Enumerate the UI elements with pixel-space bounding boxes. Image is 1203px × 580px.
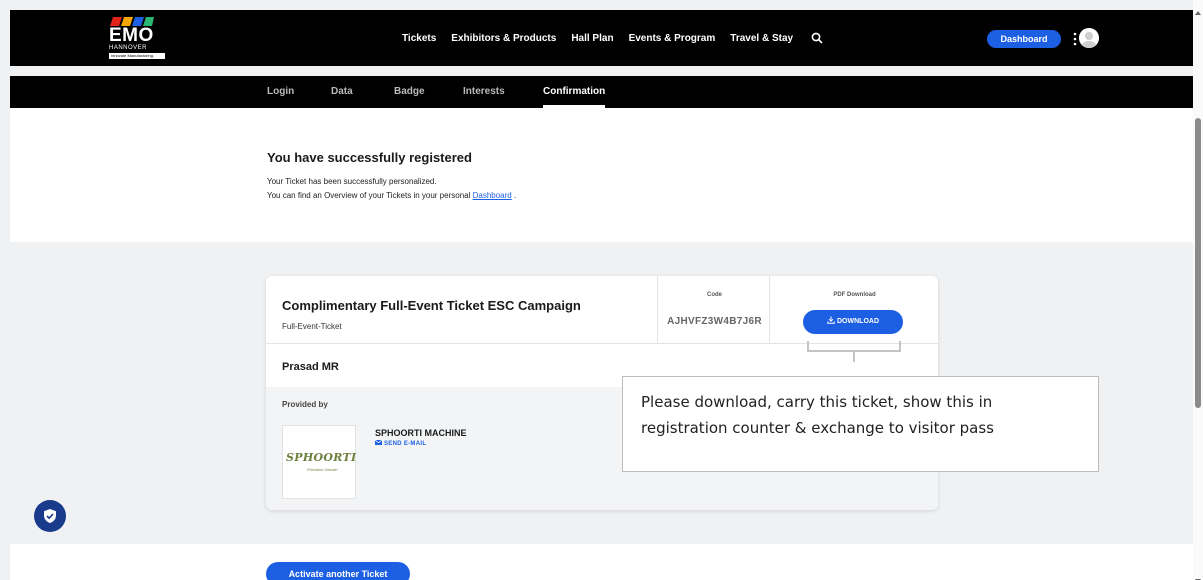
send-email-label: SEND E-MAIL: [384, 441, 427, 447]
dashboard-link[interactable]: Dashboard: [473, 191, 512, 200]
mail-icon: [374, 439, 383, 445]
ticket-holder-name: Prasad MR: [282, 361, 339, 373]
search-icon[interactable]: [811, 31, 825, 45]
step-interests[interactable]: Interests: [463, 76, 505, 108]
nav-item-tickets[interactable]: Tickets: [402, 33, 436, 44]
download-button[interactable]: DOWNLOAD: [803, 310, 903, 334]
step-badge[interactable]: Badge: [394, 76, 425, 108]
privacy-settings-button[interactable]: [34, 500, 66, 532]
ticket-type: Full-Event-Ticket: [282, 322, 342, 331]
dashboard-button[interactable]: Dashboard: [987, 30, 1061, 48]
nav-item-hall-plan[interactable]: Hall Plan: [571, 33, 613, 44]
step-confirmation[interactable]: Confirmation: [543, 76, 606, 108]
callout-text: Please download, carry this ticket, show…: [641, 393, 994, 437]
download-label: DOWNLOAD: [837, 318, 879, 325]
scroll-down-icon[interactable]: [1195, 571, 1201, 580]
page-scrollbar[interactable]: [1193, 0, 1203, 580]
step-data[interactable]: Data: [331, 76, 353, 108]
shield-check-icon: [44, 509, 56, 523]
user-avatar[interactable]: [1079, 28, 1099, 48]
provider-logo-subtitle: Precision Growth: [307, 467, 338, 472]
logo-tagline: Innovate Manufacturing.: [109, 53, 165, 59]
step-login[interactable]: Login: [267, 76, 294, 108]
scroll-up-icon[interactable]: [1195, 3, 1201, 15]
nav-item-events[interactable]: Events & Program: [629, 33, 716, 44]
dashboard-hint: You can find an Overview of your Tickets…: [267, 191, 516, 200]
activate-ticket-button[interactable]: Activate another Ticket: [266, 562, 410, 580]
annotation-bracket: [806, 340, 902, 362]
send-email-link[interactable]: SEND E-MAIL: [374, 439, 427, 447]
emo-logo[interactable]: EMO HANNOVER Innovate Manufacturing.: [109, 16, 167, 60]
top-navigation: EMO HANNOVER Innovate Manufacturing. Tic…: [10, 10, 1193, 66]
scrollbar-thumb[interactable]: [1195, 118, 1201, 408]
ticket-code: AJHVFZ3W4B7J6R: [667, 316, 762, 327]
registration-steps: Login Data Badge Interests Confirmation: [10, 76, 1193, 108]
nav-item-exhibitors[interactable]: Exhibitors & Products: [451, 33, 556, 44]
instruction-callout: Please download, carry this ticket, show…: [622, 376, 1099, 472]
provided-by-label: Provided by: [282, 400, 328, 409]
ticket-title: Complimentary Full-Event Ticket ESC Camp…: [282, 298, 581, 313]
code-label: Code: [707, 292, 722, 298]
success-message: Your Ticket has been successfully person…: [267, 177, 437, 186]
main-nav: Tickets Exhibitors & Products Hall Plan …: [402, 10, 825, 66]
ticket-code-column: Code AJHVFZ3W4B7J6R: [657, 276, 770, 344]
logo-text: EMO: [109, 25, 154, 46]
dashboard-hint-suffix: .: [511, 191, 517, 200]
ticket-header: Complimentary Full-Event Ticket ESC Camp…: [266, 276, 938, 344]
actions-section: [10, 544, 1193, 580]
logo-subtitle: HANNOVER: [109, 45, 148, 51]
confirmation-section: You have successfully registered Your Ti…: [10, 108, 1193, 242]
provider-logo-text: SPHOORTI: [286, 451, 357, 464]
provider-name: SPHOORTI MACHINE: [375, 428, 467, 438]
dashboard-hint-prefix: You can find an Overview of your Tickets…: [267, 191, 473, 200]
provider-logo: SPHOORTI Precision Growth: [282, 425, 356, 499]
nav-item-travel[interactable]: Travel & Stay: [730, 33, 793, 44]
more-menu-icon[interactable]: [1072, 29, 1078, 49]
success-title: You have successfully registered: [267, 150, 472, 165]
download-icon: [827, 311, 835, 324]
pdf-download-label: PDF Download: [833, 292, 876, 298]
